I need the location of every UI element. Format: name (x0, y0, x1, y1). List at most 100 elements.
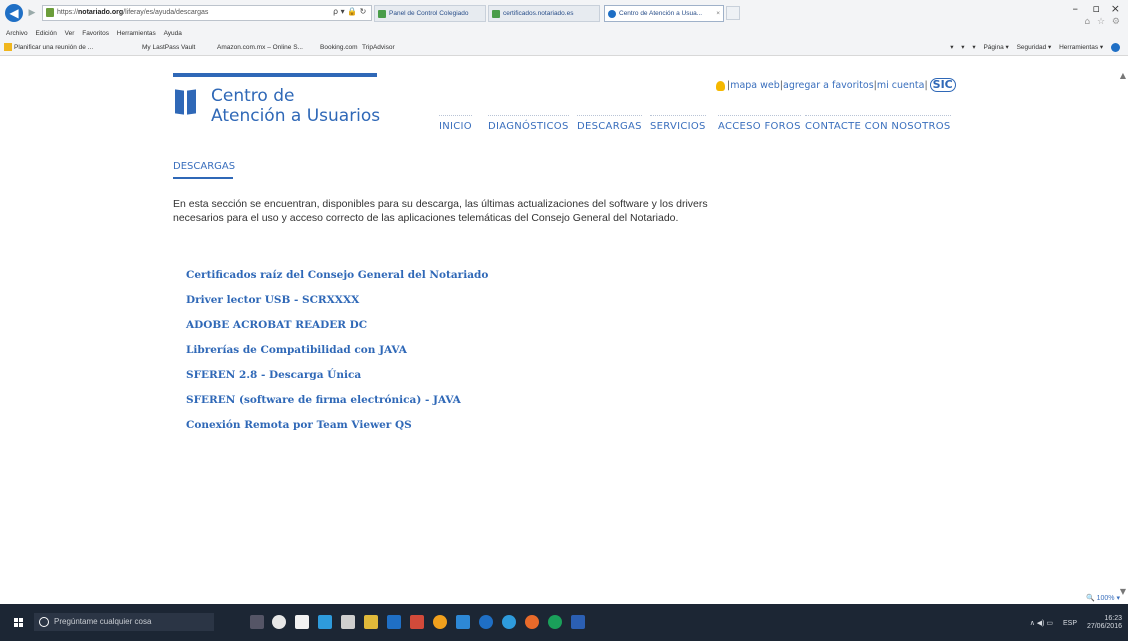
app-circle-icon[interactable] (272, 615, 286, 629)
download-link-sferen-28[interactable]: SFEREN 2.8 - Descarga Única (186, 368, 488, 393)
nav-servicios[interactable]: SERVICIOS (650, 115, 706, 132)
my-account-link[interactable]: mi cuenta (877, 80, 925, 91)
menu-herramientas[interactable]: Herramientas (117, 30, 156, 37)
add-favorites-link[interactable]: agregar a favoritos (783, 80, 874, 91)
pdf-app-icon[interactable] (410, 615, 424, 629)
favorite-item[interactable]: Booking.com (320, 41, 358, 55)
page-menu[interactable]: Página ▾ (983, 44, 1008, 51)
nav-contacte[interactable]: CONTACTE CON NOSOTROS (805, 115, 951, 132)
favorites-star-icon (4, 43, 12, 52)
address-tools-icons[interactable]: ρ ▾ 🔒 ↻ (333, 7, 366, 16)
site-title-line1: Centro de (211, 86, 295, 106)
nav-diagnosticos[interactable]: DIAGNÓSTICOS (488, 115, 569, 132)
help-icon[interactable] (1111, 42, 1120, 52)
back-arrow-icon[interactable]: ◀ (5, 4, 23, 22)
firefox-icon[interactable] (525, 615, 539, 629)
download-link-certificados[interactable]: Certificados raíz del Consejo General de… (186, 268, 488, 293)
language-indicator[interactable]: ESP (1063, 620, 1077, 627)
mail-icon[interactable] (318, 615, 332, 629)
cortana-icon (39, 617, 49, 627)
app-green-icon[interactable] (548, 615, 562, 629)
section-title: DESCARGAS (173, 161, 236, 172)
tray-icons[interactable]: ∧ ◀) ▭ (1030, 620, 1053, 627)
clock[interactable]: 16:23 27/06/2016 (1087, 615, 1122, 631)
tab-favicon-icon (378, 10, 386, 18)
favorite-item[interactable]: Planificar una reunión de ... (4, 41, 93, 55)
clock-date: 27/06/2016 (1086, 623, 1122, 630)
edge-icon[interactable] (479, 615, 493, 629)
intro-paragraph: En esta sección se encuentran, disponibl… (173, 198, 708, 224)
download-link-java-libs[interactable]: Librerías de Compatibilidad con JAVA (186, 343, 488, 368)
address-bar[interactable]: https://notariado.org/liferay/es/ayuda/d… (42, 5, 372, 21)
favorite-item[interactable]: My LastPass Vault (142, 41, 195, 55)
browser-chrome: ◀ ▶ https://notariado.org/liferay/es/ayu… (0, 0, 1128, 56)
download-link-driver-usb[interactable]: Driver lector USB - SCRXXXX (186, 293, 488, 318)
file-explorer-icon[interactable] (364, 615, 378, 629)
download-link-teamviewer[interactable]: Conexión Remota por Team Viewer QS (186, 418, 488, 443)
clock-time: 16:23 (1104, 615, 1122, 622)
task-view-icon[interactable] (250, 615, 264, 629)
zoom-level[interactable]: 🔍 100% ▾ (1086, 594, 1120, 602)
navigation-row: ◀ ▶ https://notariado.org/liferay/es/ayu… (0, 0, 1128, 27)
windows-start-icon[interactable] (14, 618, 24, 628)
scroll-down-icon[interactable]: ▼ (1120, 587, 1126, 596)
safety-menu[interactable]: Seguridad ▾ (1017, 44, 1052, 51)
menu-ayuda[interactable]: Ayuda (164, 30, 182, 37)
menu-bar: Archivo Edición Ver Favoritos Herramient… (0, 27, 182, 40)
menu-ver[interactable]: Ver (65, 30, 75, 37)
menu-favoritos[interactable]: Favoritos (82, 30, 109, 37)
tab-centro-atencion[interactable]: Centro de Atención a Usua... × (604, 5, 724, 22)
internet-explorer-icon[interactable] (387, 615, 401, 629)
menu-edicion[interactable]: Edición (36, 30, 57, 37)
menu-archivo[interactable]: Archivo (6, 30, 28, 37)
teamviewer-icon[interactable] (502, 615, 516, 629)
tab-label: Panel de Control Colegiado (389, 10, 469, 17)
sic-logo[interactable]: SIC (929, 78, 956, 92)
home-favorites-settings-icons[interactable]: ⌂ ☆ ⚙ (1084, 17, 1122, 27)
tab-label: Centro de Atención a Usua... (619, 10, 703, 17)
scroll-up-icon[interactable]: ▲ (1120, 71, 1126, 80)
site-favicon-icon (46, 8, 54, 17)
favorites-bar: Planificar una reunión de ... My LastPas… (0, 41, 1128, 55)
download-link-sferen-java[interactable]: SFEREN (software de firma electrónica) -… (186, 393, 488, 418)
app-blue-icon[interactable] (456, 615, 470, 629)
home-dropdown[interactable]: ▾ (950, 44, 953, 51)
store-icon[interactable] (295, 615, 309, 629)
nav-acceso-foros[interactable]: ACCESO FOROS (718, 115, 801, 132)
sitemap-link[interactable]: mapa web (730, 80, 780, 91)
downloads-list: Certificados raíz del Consejo General de… (186, 268, 488, 443)
tab-certificados[interactable]: certificados.notariado.es (488, 5, 600, 22)
utility-links: |mapa web|agregar a favoritos|mi cuenta|… (716, 78, 956, 92)
chrome-icon[interactable] (433, 615, 447, 629)
restore-icon[interactable]: ▫ (1093, 2, 1100, 15)
lightbulb-icon (716, 80, 725, 91)
favorite-item[interactable]: Amazon.com.mx – Online S... (217, 41, 303, 55)
site-title[interactable]: Centro de Atención a Usuarios (211, 86, 380, 126)
tools-menu[interactable]: Herramientas ▾ (1059, 44, 1103, 51)
windows-taskbar: Pregúntame cualquier cosa ∧ ◀) ▭ ESP 16:… (0, 604, 1128, 641)
nav-descargas[interactable]: DESCARGAS (577, 115, 642, 132)
tab-panel-control[interactable]: Panel de Control Colegiado (374, 5, 486, 22)
tab-label: certificados.notariado.es (503, 10, 574, 17)
word-icon[interactable] (571, 615, 585, 629)
minimize-icon[interactable]: – (1073, 2, 1079, 15)
tab-favicon-icon (492, 10, 500, 18)
download-link-adobe-reader[interactable]: ADOBE ACROBAT READER DC (186, 318, 488, 343)
cortana-search-box[interactable]: Pregúntame cualquier cosa (34, 613, 214, 631)
site-logo-icon[interactable] (175, 89, 197, 115)
close-window-icon[interactable]: × (1111, 2, 1120, 15)
favorite-item[interactable]: TripAdvisor (362, 41, 395, 55)
header-accent-bar (173, 73, 377, 77)
address-domain: notariado.org (78, 9, 124, 16)
address-prefix: https:// (57, 9, 79, 16)
site-title-line2: Atención a Usuarios (211, 106, 381, 126)
print-dropdown[interactable]: ▾ (972, 44, 975, 51)
section-underline (173, 177, 233, 179)
forward-arrow-icon[interactable]: ▶ (26, 7, 38, 19)
calculator-icon[interactable] (341, 615, 355, 629)
tab-close-icon[interactable]: × (716, 6, 720, 21)
feeds-dropdown[interactable]: ▾ (961, 44, 964, 51)
ie-tab-icon (608, 10, 616, 18)
new-tab-button[interactable] (726, 6, 740, 20)
nav-inicio[interactable]: INICIO (439, 115, 472, 132)
